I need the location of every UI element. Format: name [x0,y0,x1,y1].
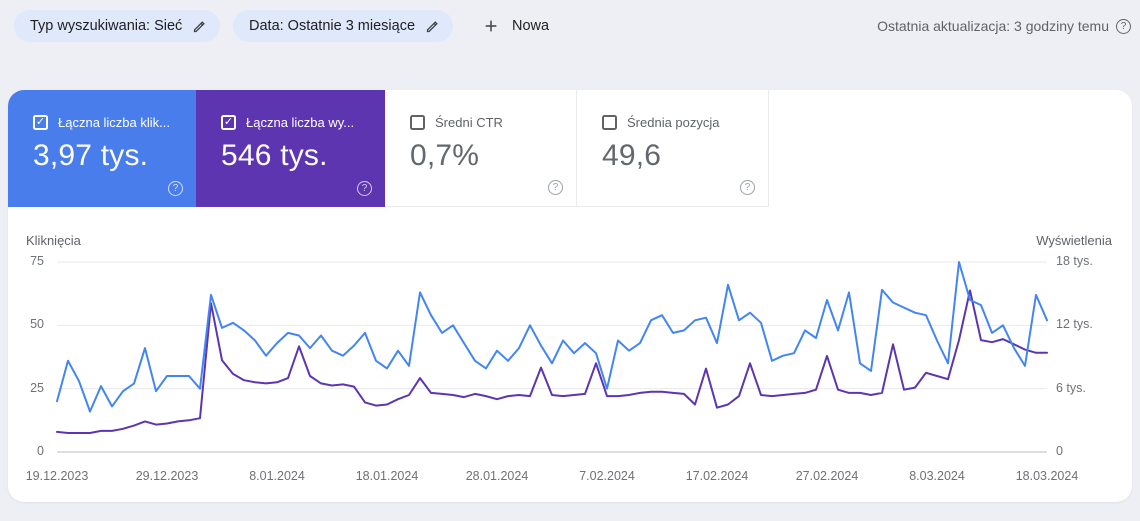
axis-tick-label: 50 [30,317,44,332]
axis-tick-label: 75 [30,254,44,268]
date-range-filter-label: Data: Ostatnie 3 miesiące [249,18,416,34]
axis-tick-label: 19.12.2023 [25,469,89,483]
axis-tick-label: 25 [30,380,44,395]
metric-card-total-impressions[interactable]: ✓ Łączna liczba wy... 546 tys. ? [196,90,385,207]
metric-label: Średni CTR [435,115,503,130]
metric-value: 546 tys. [221,139,328,172]
metric-value: 0,7% [410,139,480,172]
last-update-status: Ostatnia aktualizacja: 3 godziny temu ? [877,10,1131,42]
axis-tick-label: 18 tys. [1056,254,1093,268]
metric-value: 49,6 [602,139,662,172]
axis-tick-label: 0 [37,444,44,458]
help-icon[interactable]: ? [357,181,372,196]
chart-plot-area[interactable] [57,262,1047,452]
metric-card-average-ctr[interactable]: Średni CTR 0,7% ? [385,90,577,207]
axis-tick-label: 8.03.2024 [909,469,965,483]
performance-panel: ✓ Łączna liczba klik... 3,97 tys. ? ✓ Łą… [8,90,1132,502]
metric-value: 3,97 tys. [33,139,149,172]
metric-card-average-position[interactable]: Średnia pozycja 49,6 ? [577,90,769,207]
plus-icon [485,20,497,32]
help-icon[interactable]: ? [548,180,563,195]
left-axis-title: Kliknięcia [26,233,81,248]
axis-tick-label: 27.02.2024 [795,469,859,483]
edit-pencil-icon[interactable] [192,19,207,34]
axis-tick-label: 17.02.2024 [685,469,749,483]
right-axis-title: Wyświetlenia [1036,233,1112,248]
axis-tick-label: 18.03.2024 [1015,469,1079,483]
axis-tick-label: 8.01.2024 [249,469,305,483]
new-filter-label: Nowa [512,18,550,34]
metric-card-total-clicks[interactable]: ✓ Łączna liczba klik... 3,97 tys. ? [8,90,196,207]
checkbox-unchecked-icon[interactable] [410,115,425,130]
metric-label: Łączna liczba klik... [58,115,170,130]
axis-tick-label: 18.01.2024 [355,469,419,483]
search-type-filter-chip[interactable]: Typ wyszukiwania: Sieć [14,10,221,42]
axis-tick-label: 6 tys. [1056,380,1086,395]
axis-tick-label: 28.01.2024 [465,469,529,483]
help-icon[interactable]: ? [740,180,755,195]
edit-pencil-icon[interactable] [425,19,440,34]
axis-tick-label: 7.02.2024 [579,469,635,483]
filter-bar: Typ wyszukiwania: Sieć Data: Ostatnie 3 … [0,0,1140,56]
metric-label: Łączna liczba wy... [246,115,355,130]
axis-tick-label: 29.12.2023 [135,469,199,483]
last-update-text: Ostatnia aktualizacja: 3 godziny temu [877,18,1109,34]
checkbox-checked-icon[interactable]: ✓ [221,115,236,130]
date-range-filter-chip[interactable]: Data: Ostatnie 3 miesiące [233,10,454,42]
checkbox-checked-icon[interactable]: ✓ [33,115,48,130]
search-type-filter-label: Typ wyszukiwania: Sieć [30,18,183,34]
metric-label: Średnia pozycja [627,115,720,130]
checkbox-unchecked-icon[interactable] [602,115,617,130]
axis-tick-label: 0 [1056,444,1063,458]
help-icon[interactable]: ? [168,181,183,196]
new-filter-button[interactable]: Nowa [477,10,555,42]
axis-tick-label: 12 tys. [1056,317,1093,332]
help-icon[interactable]: ? [1116,18,1131,34]
